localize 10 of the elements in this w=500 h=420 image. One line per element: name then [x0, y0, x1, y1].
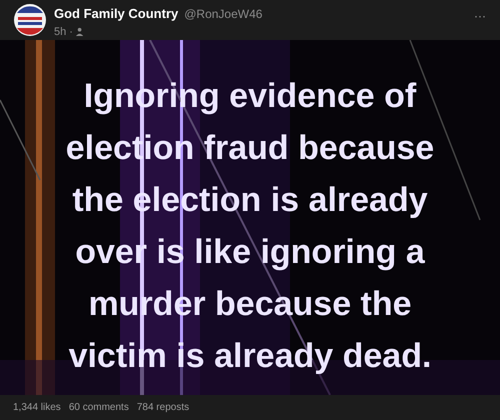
post-time: 5h · — [54, 24, 73, 40]
image-caption-line: victim is already dead. — [68, 336, 432, 377]
post-stat[interactable]: 1,344 likes — [13, 400, 61, 415]
post-stat[interactable]: 784 reposts — [136, 400, 190, 415]
author-name[interactable]: God Family Country — [54, 4, 178, 24]
more-button[interactable]: ··· — [474, 10, 486, 22]
avatar-icon — [14, 4, 46, 36]
author-handle: @RonJoeW46 — [184, 6, 262, 23]
post-stat[interactable]: 60 comments — [68, 400, 129, 415]
people-icon — [76, 27, 85, 36]
